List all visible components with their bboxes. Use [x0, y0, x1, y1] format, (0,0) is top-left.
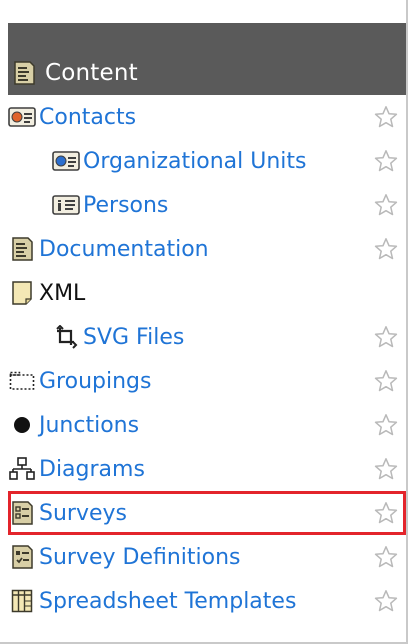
tree-item-contacts[interactable]: Contacts	[8, 95, 406, 139]
star-outline-icon[interactable]	[374, 105, 398, 129]
svg-file-icon	[52, 324, 80, 350]
star-outline-icon[interactable]	[374, 545, 398, 569]
star-outline-icon[interactable]	[374, 237, 398, 261]
star-outline-icon[interactable]	[374, 589, 398, 613]
tree-item-diagrams[interactable]: Diagrams	[8, 447, 406, 491]
page-icon	[8, 280, 36, 306]
org-unit-card-icon	[52, 148, 80, 174]
tree-item-spreadsheet-templates[interactable]: Spreadsheet Templates	[8, 579, 406, 623]
tree-item-label: Junctions	[39, 412, 140, 438]
tree-item-xml[interactable]: XML	[8, 271, 406, 315]
content-header[interactable]: Content	[8, 23, 406, 95]
star-outline-icon[interactable]	[374, 149, 398, 173]
tree-item-survey-definitions[interactable]: Survey Definitions	[8, 535, 406, 579]
dashed-box-icon	[8, 368, 36, 394]
tree-item-documentation[interactable]: Documentation	[8, 227, 406, 271]
tree-item-organizational-units[interactable]: Organizational Units	[8, 139, 406, 183]
tree-item-label: Persons	[83, 192, 169, 218]
star-outline-icon[interactable]	[374, 413, 398, 437]
tree-item-label: Documentation	[39, 236, 209, 262]
tree-item-label: Groupings	[39, 368, 152, 394]
star-outline-icon[interactable]	[374, 369, 398, 393]
tree-item-label: Contacts	[39, 104, 137, 130]
tree-item-label: Diagrams	[39, 456, 145, 482]
tree-item-label: Organizational Units	[83, 148, 307, 174]
survey-icon	[8, 500, 36, 526]
tree-item-junctions[interactable]: Junctions	[8, 403, 406, 447]
spreadsheet-template-icon	[8, 588, 36, 614]
tree-item-persons[interactable]: Persons	[8, 183, 406, 227]
content-tree-panel: Content Contacts Organizational Units Pe…	[8, 23, 406, 623]
tree-item-label: Survey Definitions	[39, 544, 241, 570]
person-card-icon	[52, 192, 80, 218]
survey-definition-icon	[8, 544, 36, 570]
tree-item-label: XML	[39, 280, 86, 306]
contact-card-icon	[8, 104, 36, 130]
filled-circle-icon	[8, 412, 36, 438]
tree-item-surveys[interactable]: Surveys	[8, 491, 406, 535]
tree-item-label: Surveys	[39, 500, 127, 526]
hierarchy-icon	[8, 456, 36, 482]
document-icon	[11, 60, 37, 86]
star-outline-icon[interactable]	[374, 501, 398, 525]
tree-item-groupings[interactable]: Groupings	[8, 359, 406, 403]
content-tree-list: Contacts Organizational Units Persons Do…	[8, 95, 406, 623]
document-icon	[8, 236, 36, 262]
tree-item-svg-files[interactable]: SVG Files	[8, 315, 406, 359]
star-outline-icon[interactable]	[374, 457, 398, 481]
star-outline-icon[interactable]	[374, 325, 398, 349]
tree-item-label: Spreadsheet Templates	[39, 588, 297, 614]
tree-item-label: SVG Files	[83, 324, 185, 350]
star-outline-icon[interactable]	[374, 193, 398, 217]
content-header-title: Content	[45, 60, 138, 86]
